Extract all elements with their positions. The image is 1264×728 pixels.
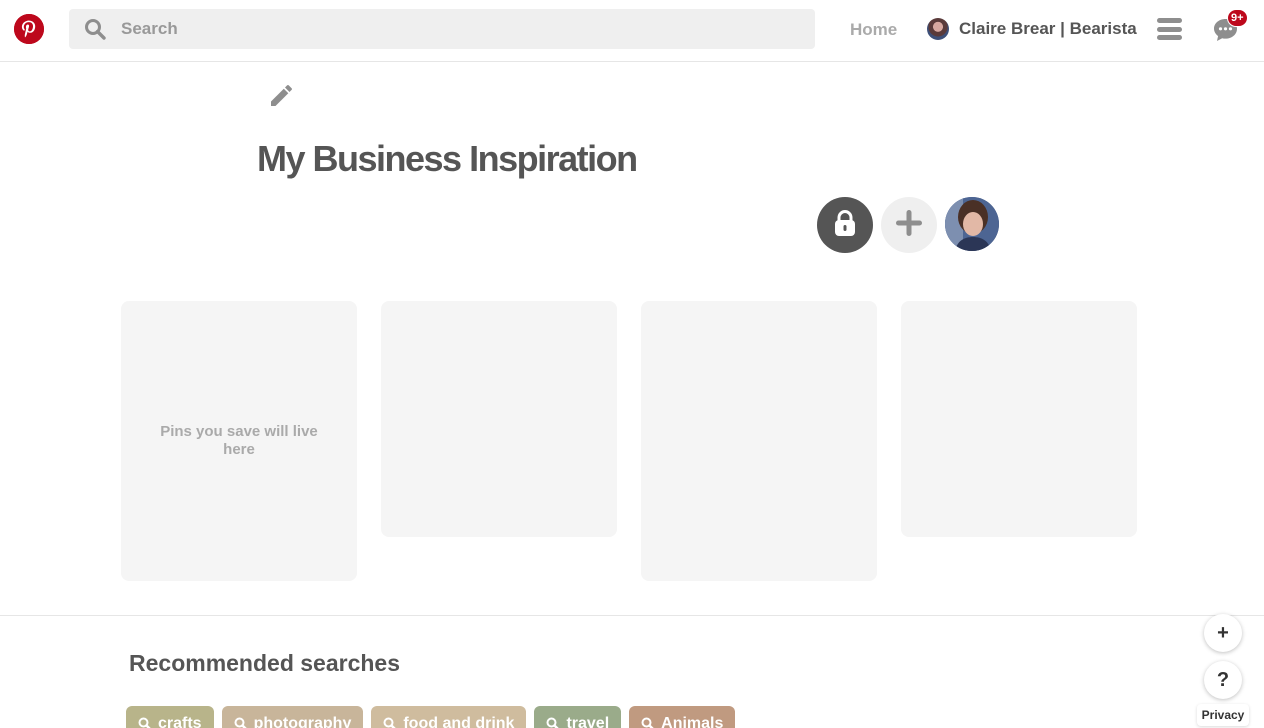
chip-label: Animals — [661, 715, 724, 728]
privacy-link[interactable]: Privacy — [1197, 704, 1249, 726]
board-title: My Business Inspiration — [257, 138, 638, 179]
user-name: Claire Brear | Bearista — [959, 19, 1137, 38]
search-icon — [546, 717, 560, 728]
secret-board-button[interactable] — [817, 197, 873, 253]
add-collaborator-button[interactable] — [881, 197, 937, 253]
section-divider — [0, 615, 1264, 616]
help-button[interactable]: ? — [1204, 661, 1242, 699]
recommended-search-chip[interactable]: photography — [221, 706, 364, 728]
recommended-searches-title: Recommended searches — [129, 650, 401, 676]
collaborator-avatar[interactable] — [945, 197, 999, 251]
chip-label: food and drink — [403, 715, 515, 728]
chip-label: travel — [566, 715, 610, 728]
empty-pin-placeholder — [901, 301, 1137, 537]
search-icon — [234, 717, 248, 728]
search-icon — [138, 717, 152, 728]
search-icon — [383, 717, 397, 728]
search-bar[interactable] — [69, 9, 815, 49]
recommended-search-chips: crafts photography food and drink travel Ani… — [126, 706, 736, 728]
plus-icon: + — [1217, 621, 1229, 644]
recommended-search-chip[interactable]: crafts — [126, 706, 214, 728]
search-icon — [69, 18, 121, 40]
profile-link[interactable]: Claire Brear | Bearista — [927, 17, 1137, 41]
home-link[interactable]: Home — [850, 20, 897, 40]
pencil-icon[interactable] — [267, 81, 295, 109]
empty-pins-message: Pins you save will live here — [160, 423, 318, 458]
help-icon: ? — [1216, 668, 1230, 691]
avatar — [927, 18, 949, 40]
recommended-search-chip[interactable]: Animals — [629, 706, 736, 728]
top-nav: Home Claire Brear | Bearista 9+ — [0, 0, 1264, 62]
search-icon — [641, 717, 655, 728]
create-pin-button[interactable]: + — [1204, 614, 1242, 652]
recommended-search-chip[interactable]: food and drink — [371, 706, 527, 728]
search-input[interactable] — [121, 19, 801, 39]
chip-label: crafts — [158, 715, 202, 728]
plus-icon — [895, 209, 923, 242]
pinterest-logo-icon[interactable] — [14, 14, 44, 44]
empty-pin-placeholder — [641, 301, 877, 581]
notification-badge: 9+ — [1227, 9, 1248, 27]
lock-icon — [833, 209, 857, 242]
recommended-search-chip[interactable]: travel — [534, 706, 622, 728]
chip-label: photography — [253, 715, 352, 728]
menu-icon[interactable] — [1157, 18, 1182, 40]
empty-pin-placeholder — [381, 301, 617, 537]
empty-pin-placeholder: Pins you save will live here — [121, 301, 357, 581]
